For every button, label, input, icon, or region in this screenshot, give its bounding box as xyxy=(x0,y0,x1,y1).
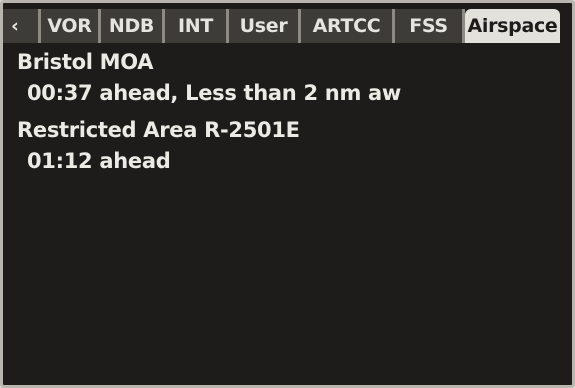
tab-label: User xyxy=(239,15,288,37)
tab-int[interactable]: INT xyxy=(165,9,229,43)
tab-label: FSS xyxy=(409,15,448,37)
airspace-list: Bristol MOA 00:37 ahead, Less than 2 nm … xyxy=(17,47,565,177)
tab-artcc[interactable]: ARTCC xyxy=(301,9,395,43)
tab-scroll-left[interactable]: ‹ xyxy=(3,9,41,43)
list-item[interactable]: Bristol MOA 00:37 ahead, Less than 2 nm … xyxy=(17,47,565,109)
airspace-name: Restricted Area R-2501E xyxy=(17,118,300,142)
tab-vor[interactable]: VOR xyxy=(41,9,101,43)
tab-fss[interactable]: FSS xyxy=(395,9,465,43)
airspace-detail: 01:12 ahead xyxy=(27,149,171,173)
tab-label: Airspace xyxy=(467,15,558,37)
tab-label: INT xyxy=(177,15,214,37)
tab-label: ARTCC xyxy=(312,15,381,37)
tab-bar: ‹ VOR NDB INT User ARTCC FSS Airspace xyxy=(3,9,572,43)
chevron-left-icon: ‹ xyxy=(11,15,19,37)
tab-ndb[interactable]: NDB xyxy=(101,9,165,43)
list-item[interactable]: Restricted Area R-2501E 01:12 ahead xyxy=(17,115,565,177)
gps-screen: ‹ VOR NDB INT User ARTCC FSS Airspace Br… xyxy=(0,0,575,388)
airspace-name: Bristol MOA xyxy=(17,50,154,74)
tab-user[interactable]: User xyxy=(229,9,301,43)
tab-label: VOR xyxy=(47,15,92,37)
airspace-detail: 00:37 ahead, Less than 2 nm aw xyxy=(27,81,402,105)
tab-label: NDB xyxy=(108,15,155,37)
tab-airspace[interactable]: Airspace xyxy=(465,9,560,43)
